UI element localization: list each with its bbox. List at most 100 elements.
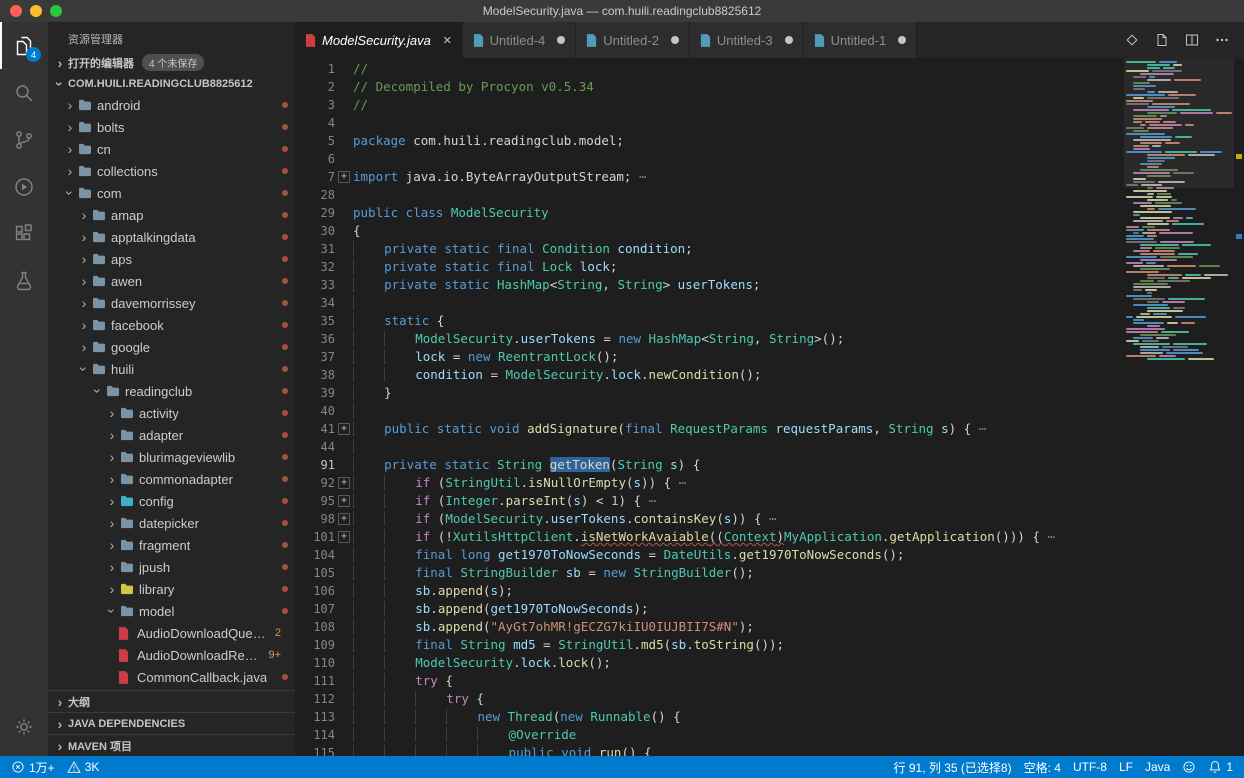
open-changes-icon[interactable] — [1124, 32, 1140, 48]
explorer-icon[interactable]: 4 — [0, 22, 48, 69]
status-notifications[interactable]: 1 — [1202, 756, 1239, 778]
maven-projects-section-header[interactable]: › MAVEN 项目 — [48, 734, 295, 756]
code-line[interactable]: 36 ModelSecurity.userTokens = new HashMa… — [295, 330, 1124, 348]
tree-item-folder[interactable]: ›bolts — [48, 116, 295, 138]
code-line[interactable]: 110 ModelSecurity.lock.lock(); — [295, 654, 1124, 672]
tree-item-folder[interactable]: ›commonadapter — [48, 468, 295, 490]
code-line[interactable]: 5package com.huili.readingclub.model; — [295, 132, 1124, 150]
tree-item-folder[interactable]: ›android — [48, 94, 295, 116]
code-line[interactable]: 92+ if (StringUtil.isNullOrEmpty(s)) { ⋯ — [295, 474, 1124, 492]
code-line[interactable]: 4 — [295, 114, 1124, 132]
code-line[interactable]: 114 @Override — [295, 726, 1124, 744]
project-section-header[interactable]: › COM.HUILI.READINGCLUB8825612 — [48, 73, 295, 94]
tab[interactable]: Untitled-1 — [804, 22, 918, 58]
code-line[interactable]: 35 static { — [295, 312, 1124, 330]
tab[interactable]: Untitled-2 — [576, 22, 690, 58]
tree-item-folder[interactable]: ›datepicker — [48, 512, 295, 534]
code-line[interactable]: 98+ if (ModelSecurity.userTokens.contain… — [295, 510, 1124, 528]
code-line[interactable]: 7+import java.io.ByteArrayOutputStream; … — [295, 168, 1124, 186]
code-line[interactable]: 6 — [295, 150, 1124, 168]
code-line[interactable]: 44 — [295, 438, 1124, 456]
tree-item-folder[interactable]: ›facebook — [48, 314, 295, 336]
tree-item-folder[interactable]: ›huili — [48, 358, 295, 380]
open-preview-icon[interactable] — [1154, 32, 1170, 48]
tab[interactable]: Untitled-4 — [463, 22, 577, 58]
tree-item-folder[interactable]: ›activity — [48, 402, 295, 424]
fold-plus-icon[interactable]: + — [335, 510, 353, 528]
code-line[interactable]: 91 private static String getToken(String… — [295, 456, 1124, 474]
tree-item-folder[interactable]: ›library — [48, 578, 295, 600]
code-line[interactable]: 95+ if (Integer.parseInt(s) < 1) { ⋯ — [295, 492, 1124, 510]
tree-item-folder[interactable]: ›model — [48, 600, 295, 622]
zoom-window-button[interactable] — [50, 5, 62, 17]
tree-item-folder[interactable]: ›com — [48, 182, 295, 204]
code-line[interactable]: 38 condition = ModelSecurity.lock.newCon… — [295, 366, 1124, 384]
fold-plus-icon[interactable]: + — [335, 168, 353, 186]
open-editors-header[interactable]: › 打开的编辑器 4 个未保存 — [48, 52, 295, 73]
code-line[interactable]: 41+ public static void addSignature(fina… — [295, 420, 1124, 438]
code-line[interactable]: 111 try { — [295, 672, 1124, 690]
code-line[interactable]: 39 } — [295, 384, 1124, 402]
tree-item-folder[interactable]: ›readingclub — [48, 380, 295, 402]
more-actions-icon[interactable] — [1214, 32, 1230, 48]
settings-gear-icon[interactable] — [0, 703, 48, 750]
overview-ruler[interactable] — [1234, 58, 1244, 756]
status-feedback[interactable] — [1176, 756, 1202, 778]
outline-section-header[interactable]: › 大纲 — [48, 690, 295, 712]
tree-item-folder[interactable]: ›google — [48, 336, 295, 358]
extensions-icon[interactable] — [0, 210, 48, 257]
code-line[interactable]: 30{ — [295, 222, 1124, 240]
fold-plus-icon[interactable]: + — [335, 420, 353, 438]
tree-item-folder[interactable]: ›jpush — [48, 556, 295, 578]
close-window-button[interactable] — [10, 5, 22, 17]
tree-item-folder[interactable]: ›awen — [48, 270, 295, 292]
status-indentation[interactable]: 空格: 4 — [1018, 756, 1067, 778]
code-line[interactable]: 37 lock = new ReentrantLock(); — [295, 348, 1124, 366]
fold-plus-icon[interactable]: + — [335, 528, 353, 546]
split-editor-icon[interactable] — [1184, 32, 1200, 48]
minimap[interactable] — [1124, 58, 1234, 756]
tree-item-folder[interactable]: ›amap — [48, 204, 295, 226]
tree-item-file[interactable]: CommonCallback.java — [48, 666, 295, 688]
code-line[interactable]: 108 sb.append("AyGt7ohMR!gECZG7kiIU0IUJB… — [295, 618, 1124, 636]
test-beaker-icon[interactable] — [0, 257, 48, 304]
status-problems-warnings[interactable]: 3K — [61, 756, 106, 778]
tree-item-folder[interactable]: ›fragment — [48, 534, 295, 556]
tab[interactable]: Untitled-3 — [690, 22, 804, 58]
code-line[interactable]: 1// — [295, 60, 1124, 78]
code-line[interactable]: 106 sb.append(s); — [295, 582, 1124, 600]
minimize-window-button[interactable] — [30, 5, 42, 17]
tree-item-folder[interactable]: ›aps — [48, 248, 295, 270]
tree-item-folder[interactable]: ›config — [48, 490, 295, 512]
code-line[interactable]: 29public class ModelSecurity — [295, 204, 1124, 222]
tree-item-folder[interactable]: ›cn — [48, 138, 295, 160]
tree-item-folder[interactable]: ›adapter — [48, 424, 295, 446]
fold-plus-icon[interactable]: + — [335, 492, 353, 510]
tree-item-file[interactable]: AudioDownloadQue…2 — [48, 622, 295, 644]
code-line[interactable]: 31 private static final Condition condit… — [295, 240, 1124, 258]
fold-plus-icon[interactable]: + — [335, 474, 353, 492]
code-line[interactable]: 112 try { — [295, 690, 1124, 708]
tree-item-folder[interactable]: ›blurimageviewlib — [48, 446, 295, 468]
code-line[interactable]: 40 — [295, 402, 1124, 420]
status-encoding[interactable]: UTF-8 — [1067, 756, 1113, 778]
code-line[interactable]: 101+ if (!XutilsHttpClient.isNetWorkAvai… — [295, 528, 1124, 546]
code-line[interactable]: 115 public void run() { — [295, 744, 1124, 756]
search-icon[interactable] — [0, 69, 48, 116]
code-line[interactable]: 105 final StringBuilder sb = new StringB… — [295, 564, 1124, 582]
run-debug-icon[interactable] — [0, 163, 48, 210]
status-eol[interactable]: LF — [1113, 756, 1139, 778]
code-line[interactable]: 104 final long get1970ToNowSeconds = Dat… — [295, 546, 1124, 564]
tab[interactable]: ModelSecurity.java× — [295, 22, 463, 58]
code-area[interactable]: 1//2// Decompiled by Procyon v0.5.343//4… — [295, 58, 1124, 756]
tree-item-folder[interactable]: ›davemorrissey — [48, 292, 295, 314]
code-line[interactable]: 32 private static final Lock lock; — [295, 258, 1124, 276]
source-control-icon[interactable] — [0, 116, 48, 163]
status-problems-errors[interactable]: 1万+ — [5, 756, 61, 778]
tree-item-file[interactable]: AudioDownloadRe…9+ — [48, 644, 295, 666]
code-line[interactable]: 109 final String md5 = StringUtil.md5(sb… — [295, 636, 1124, 654]
status-language-mode[interactable]: Java — [1139, 756, 1176, 778]
status-cursor-position[interactable]: 行 91, 列 35 (已选择8) — [888, 756, 1018, 778]
close-icon[interactable]: × — [443, 34, 452, 47]
code-line[interactable]: 28 — [295, 186, 1124, 204]
